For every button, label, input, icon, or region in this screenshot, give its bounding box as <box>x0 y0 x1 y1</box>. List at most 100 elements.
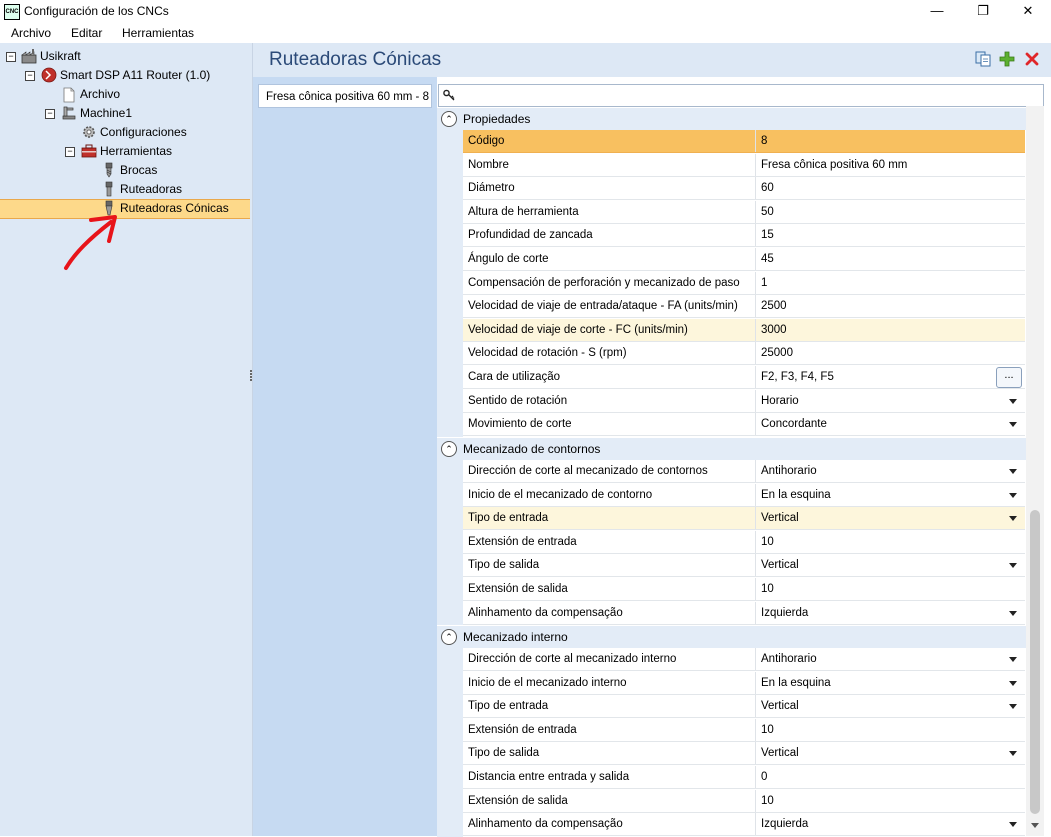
property-scrollbar[interactable] <box>1026 106 1044 836</box>
property-value-input[interactable]: 10 <box>761 719 1023 741</box>
property-row[interactable]: Nombre Fresa cônica positiva 60 mm <box>463 154 1025 177</box>
property-row[interactable]: Alinhamento da compensação Izquierda <box>463 602 1025 625</box>
tree-item-ruteadoras-conicas[interactable]: Ruteadoras Cónicas <box>120 199 229 217</box>
property-row[interactable]: Velocidad de viaje de corte - FC (units/… <box>463 319 1025 342</box>
property-row[interactable]: Extensión de salida 10 <box>463 790 1025 813</box>
property-select[interactable]: En la esquina <box>761 484 1023 506</box>
menu-archivo[interactable]: Archivo <box>11 26 51 40</box>
property-value-input[interactable]: 1 <box>761 272 1023 294</box>
close-icon[interactable]: ✕ <box>1005 0 1051 23</box>
property-row[interactable]: Velocidad de viaje de entrada/ataque - F… <box>463 295 1025 318</box>
scroll-down-icon[interactable] <box>1031 823 1039 828</box>
dropdown-arrow-icon[interactable] <box>1009 399 1017 404</box>
property-row[interactable]: Tipo de entrada Vertical <box>463 507 1025 530</box>
tree-item-brocas[interactable]: Brocas <box>120 161 157 179</box>
collapse-chevron-icon[interactable]: ⌃ <box>441 629 457 645</box>
tree-item-herramientas[interactable]: Herramientas <box>100 142 172 160</box>
property-row[interactable]: Extensión de entrada 10 <box>463 719 1025 742</box>
property-row[interactable]: Inicio de el mecanizado interno En la esq… <box>463 672 1025 695</box>
dropdown-arrow-icon[interactable] <box>1009 563 1017 568</box>
minimize-icon[interactable]: — <box>914 0 960 23</box>
dropdown-arrow-icon[interactable] <box>1009 681 1017 686</box>
tree-item-archivo[interactable]: Archivo <box>80 85 120 103</box>
property-select[interactable]: En la esquina <box>761 672 1023 694</box>
property-value-input[interactable]: Fresa cônica positiva 60 mm <box>761 154 1023 176</box>
property-value-input[interactable]: 60 <box>761 177 1023 199</box>
menu-herramientas[interactable]: Herramientas <box>122 26 194 40</box>
property-value-input[interactable]: 3000 <box>761 319 1023 341</box>
property-row[interactable]: Altura de herramienta 50 <box>463 201 1025 224</box>
collapse-chevron-icon[interactable]: ⌃ <box>441 441 457 457</box>
restore-icon[interactable]: ❐ <box>960 0 1006 23</box>
property-value-input[interactable]: 25000 <box>761 342 1023 364</box>
property-value: 1 <box>761 277 768 289</box>
property-value-input[interactable]: 8 <box>761 130 1023 152</box>
add-icon[interactable] <box>998 50 1016 68</box>
property-value-input[interactable]: 10 <box>761 790 1023 812</box>
property-row[interactable]: Dirección de corte al mecanizado interno… <box>463 648 1025 671</box>
tree-item-machine1[interactable]: Machine1 <box>80 104 132 122</box>
dropdown-arrow-icon[interactable] <box>1009 822 1017 827</box>
dropdown-arrow-icon[interactable] <box>1009 422 1017 427</box>
property-value-input[interactable]: 50 <box>761 201 1023 223</box>
property-row[interactable]: Movimiento de corte Concordante <box>463 413 1025 436</box>
property-row[interactable]: Tipo de entrada Vertical <box>463 695 1025 718</box>
property-select[interactable]: Izquierda <box>761 813 1023 835</box>
copy-icon[interactable] <box>974 50 992 68</box>
dropdown-arrow-icon[interactable] <box>1009 704 1017 709</box>
delete-icon[interactable] <box>1023 50 1041 68</box>
tree-item-usikraft[interactable]: Usikraft <box>40 47 81 65</box>
dropdown-arrow-icon[interactable] <box>1009 611 1017 616</box>
property-value-input[interactable]: 10 <box>761 578 1023 600</box>
property-select[interactable]: Vertical <box>761 554 1023 576</box>
property-select[interactable]: Concordante <box>761 413 1023 435</box>
property-row[interactable]: Código 8 <box>463 130 1025 153</box>
dropdown-arrow-icon[interactable] <box>1009 516 1017 521</box>
property-value-input[interactable]: F2, F3, F4, F5... <box>761 366 1023 388</box>
dropdown-arrow-icon[interactable] <box>1009 493 1017 498</box>
property-select[interactable]: Vertical <box>761 742 1023 764</box>
splitter-grip[interactable] <box>249 370 252 384</box>
property-row[interactable]: Dirección de corte al mecanizado de cont… <box>463 460 1025 483</box>
expander-herramientas[interactable]: − <box>65 147 75 157</box>
dropdown-arrow-icon[interactable] <box>1009 657 1017 662</box>
list-item[interactable]: Fresa cônica positiva 60 mm - 8 <box>258 84 432 108</box>
property-row[interactable]: Extensión de entrada 10 <box>463 531 1025 554</box>
collapse-chevron-icon[interactable]: ⌃ <box>441 111 457 127</box>
property-value-input[interactable]: 45 <box>761 248 1023 270</box>
property-select[interactable]: Antihorario <box>761 648 1023 670</box>
property-select[interactable]: Horario <box>761 390 1023 412</box>
property-value-input[interactable]: 10 <box>761 531 1023 553</box>
property-row[interactable]: Sentido de rotación Horario <box>463 390 1025 413</box>
expander-router[interactable]: − <box>25 71 35 81</box>
property-select[interactable]: Vertical <box>761 507 1023 529</box>
dropdown-arrow-icon[interactable] <box>1009 469 1017 474</box>
scroll-thumb[interactable] <box>1030 510 1040 814</box>
property-row[interactable]: Extensión de salida 10 <box>463 578 1025 601</box>
property-row[interactable]: Compensación de perforación y mecanizado… <box>463 272 1025 295</box>
expander-usikraft[interactable]: − <box>6 52 16 62</box>
property-row[interactable]: Distancia entre entrada y salida 0 <box>463 766 1025 789</box>
property-value-input[interactable]: 2500 <box>761 295 1023 317</box>
property-value-input[interactable]: 15 <box>761 224 1023 246</box>
property-search-input[interactable] <box>438 84 1044 107</box>
property-row[interactable]: Diámetro 60 <box>463 177 1025 200</box>
property-row[interactable]: Cara de utilização F2, F3, F4, F5... <box>463 366 1025 389</box>
tree-item-configuraciones[interactable]: Configuraciones <box>100 123 187 141</box>
tree-item-smart-dsp[interactable]: Smart DSP A11 Router (1.0) <box>60 66 210 84</box>
menu-editar[interactable]: Editar <box>71 26 102 40</box>
property-row[interactable]: Velocidad de rotación - S (rpm) 25000 <box>463 342 1025 365</box>
ellipsis-button[interactable]: ... <box>996 367 1022 388</box>
property-row[interactable]: Tipo de salida Vertical <box>463 554 1025 577</box>
property-row[interactable]: Ángulo de corte 45 <box>463 248 1025 271</box>
property-select[interactable]: Vertical <box>761 695 1023 717</box>
property-select[interactable]: Antihorario <box>761 460 1023 482</box>
property-row[interactable]: Inicio de el mecanizado de contorno En la… <box>463 484 1025 507</box>
property-row[interactable]: Tipo de salida Vertical <box>463 742 1025 765</box>
expander-machine1[interactable]: − <box>45 109 55 119</box>
property-value-input[interactable]: 0 <box>761 766 1023 788</box>
dropdown-arrow-icon[interactable] <box>1009 751 1017 756</box>
property-row[interactable]: Profundidad de zancada 15 <box>463 224 1025 247</box>
property-row[interactable]: Alinhamento da compensação Izquierda <box>463 813 1025 836</box>
property-select[interactable]: Izquierda <box>761 602 1023 624</box>
